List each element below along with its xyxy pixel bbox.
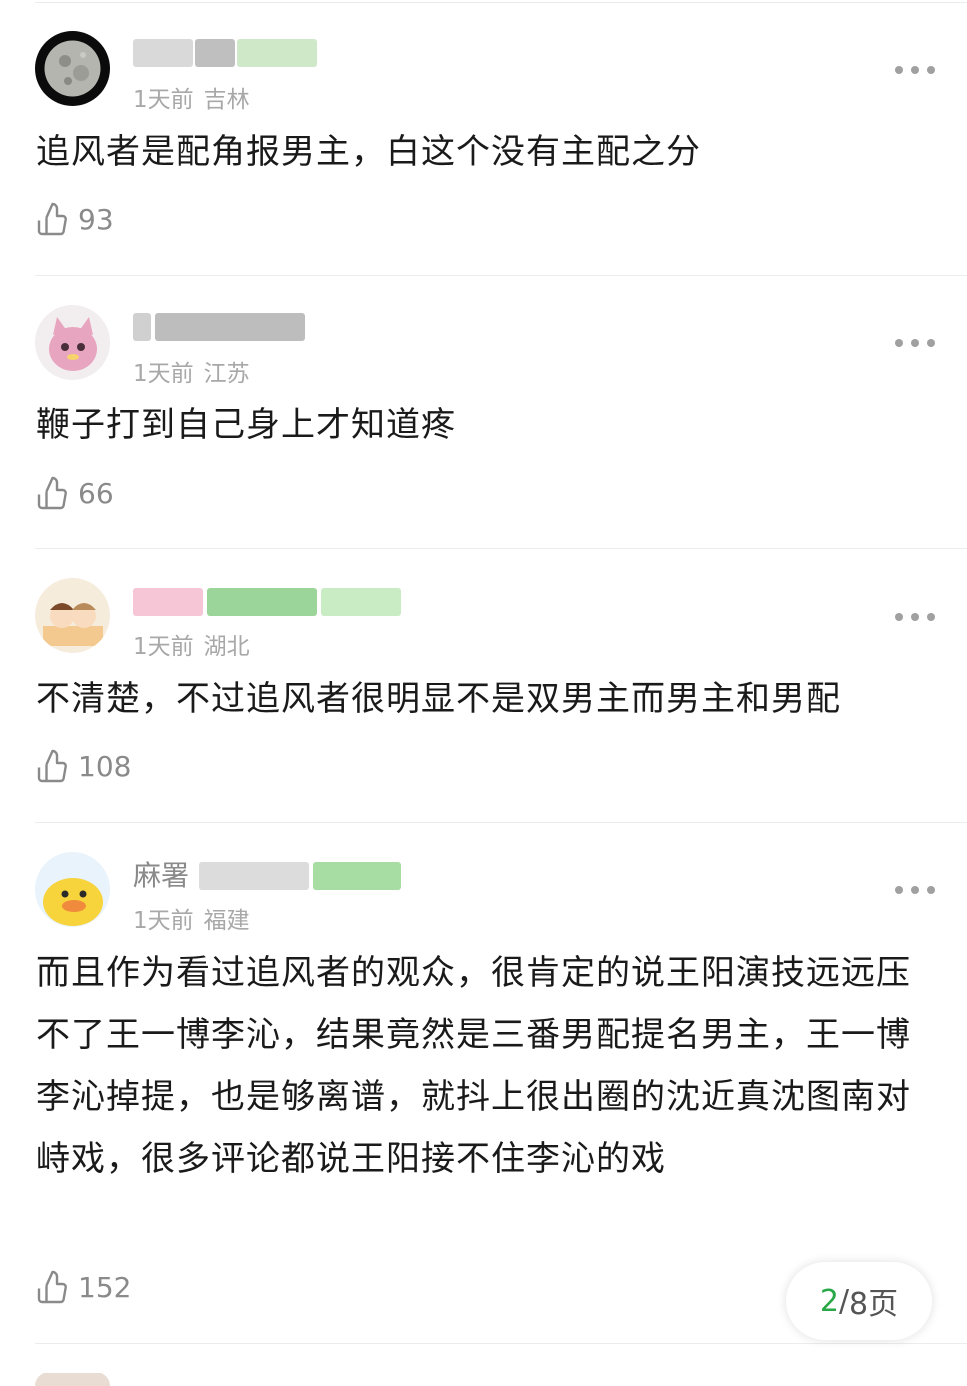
cartoon-kids-avatar-icon[interactable]: [35, 578, 110, 653]
comment-divider: [35, 275, 967, 276]
total-pages: 8页: [849, 1287, 899, 1322]
comment-text: 而且作为看过追风者的观众，很肯定的说王阳演技远远压不了王一博李沁，结果竟然是三番…: [36, 953, 911, 1179]
like-count: 152: [78, 1270, 132, 1304]
comment-meta: 1天前 吉林: [133, 87, 250, 113]
thumbs-up-icon: [37, 202, 67, 236]
top-divider: [35, 2, 967, 3]
like-button[interactable]: 108: [36, 746, 131, 786]
page-separator: /: [838, 1283, 850, 1319]
comment-text: 不清楚，不过追风者很明显不是双男主而男主和男配: [36, 679, 841, 719]
like-count: 66: [78, 476, 114, 510]
thumbs-up-icon: [37, 1270, 67, 1304]
current-page: 2: [819, 1283, 839, 1319]
more-options-icon[interactable]: [895, 336, 935, 350]
like-button[interactable]: 66: [36, 473, 114, 513]
comment-meta: 1天前 江苏: [133, 361, 250, 387]
comment-meta: 1天前 湖北: [133, 634, 250, 660]
moon-avatar-icon[interactable]: [35, 31, 110, 106]
comment-text: 鞭子打到自己身上才知道疼: [36, 405, 456, 445]
like-button[interactable]: 152: [36, 1267, 131, 1307]
page-indicator[interactable]: 2/8页: [786, 1262, 932, 1340]
comment-divider: [35, 1343, 967, 1344]
comment-divider: [35, 548, 967, 549]
more-options-icon[interactable]: [895, 63, 935, 77]
username[interactable]: 麻署: [133, 856, 401, 896]
pink-cat-avatar-icon[interactable]: [35, 305, 110, 380]
like-count: 108: [78, 749, 132, 783]
like-button[interactable]: 93: [36, 199, 114, 239]
partial-avatar-icon[interactable]: [35, 1372, 110, 1386]
comment-meta: 1天前 福建: [133, 908, 250, 934]
thumbs-up-icon: [37, 749, 67, 783]
comment-divider: [35, 822, 967, 823]
thumbs-up-icon: [37, 476, 67, 510]
like-count: 93: [78, 202, 114, 236]
yellow-duck-avatar-icon[interactable]: [35, 852, 110, 927]
more-options-icon[interactable]: [895, 610, 935, 624]
more-options-icon[interactable]: [895, 883, 935, 897]
comment-text: 追风者是配角报男主，白这个没有主配之分: [36, 132, 701, 172]
